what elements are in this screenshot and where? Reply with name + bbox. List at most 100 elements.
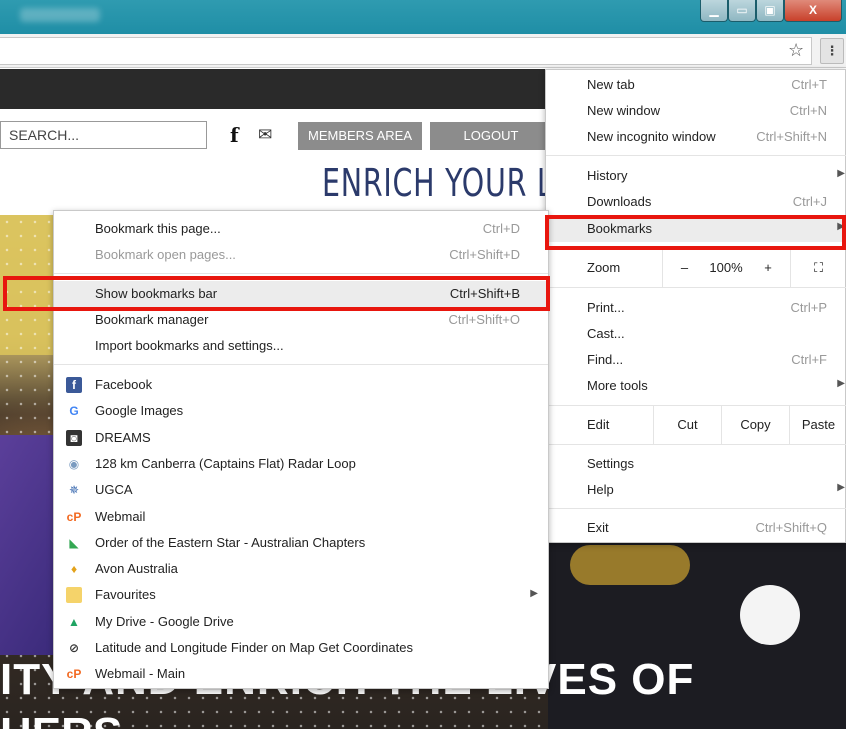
bookmark-item[interactable]: ▲ My Drive - Google Drive xyxy=(54,609,548,635)
menu-label: Bookmark this page... xyxy=(95,221,221,236)
google-icon: G xyxy=(66,403,82,420)
chrome-menu-button[interactable]: ⋮ xyxy=(820,38,844,64)
cpanel-icon: cP xyxy=(66,508,82,525)
site-search-input[interactable]: SEARCH... xyxy=(0,121,207,149)
menu-label: New tab xyxy=(587,77,635,92)
menu-find[interactable]: Find... Ctrl+F xyxy=(546,347,846,373)
bookmark-star-icon[interactable]: ☆ xyxy=(788,40,804,61)
menu-print[interactable]: Print... Ctrl+P xyxy=(546,295,846,321)
menu-label: Import bookmarks and settings... xyxy=(95,338,284,353)
close-button[interactable]: X xyxy=(784,0,842,22)
bookmark-label: Webmail - Main xyxy=(95,666,186,682)
bookmark-item[interactable]: ◙ DREAMS xyxy=(54,425,548,451)
menu-shortcut: Ctrl+P xyxy=(790,300,827,315)
menu-new-window[interactable]: New window Ctrl+N xyxy=(546,98,846,124)
logout-button[interactable]: LOGOUT xyxy=(430,122,552,150)
menu-label: Settings xyxy=(587,456,634,471)
window-title-bar: ▁ ▭ ▣ X xyxy=(0,0,846,34)
window-title xyxy=(20,8,100,22)
menu-separator xyxy=(54,364,548,365)
fullscreen-icon[interactable]: ⛶ xyxy=(790,249,846,287)
menu-shortcut: Ctrl+Shift+B xyxy=(449,286,520,301)
menu-bookmarks[interactable]: Bookmarks ▶ xyxy=(546,216,846,242)
submenu-arrow-icon: ▶ xyxy=(837,221,845,232)
minimize-button[interactable]: ▁ xyxy=(700,0,728,22)
folder-icon xyxy=(66,587,82,604)
maximize-button[interactable]: ▭ xyxy=(728,0,756,22)
members-area-button[interactable]: MEMBERS AREA xyxy=(298,122,422,150)
submenu-arrow-icon: ▶ xyxy=(837,482,845,493)
menu-label: Cast... xyxy=(587,326,625,341)
menu-label: History xyxy=(587,168,628,183)
submenu-arrow-icon: ▶ xyxy=(837,168,845,179)
bookmark-this-page[interactable]: Bookmark this page... Ctrl+D xyxy=(54,216,548,242)
address-bar[interactable] xyxy=(0,37,812,65)
bookmark-open-pages[interactable]: Bookmark open pages... Ctrl+Shift+D xyxy=(54,242,548,268)
bookmark-label: My Drive - Google Drive xyxy=(95,613,234,629)
menu-shortcut: Ctrl+F xyxy=(791,352,827,367)
facebook-icon[interactable]: f xyxy=(230,123,239,147)
bookmarks-submenu: Bookmark this page... Ctrl+D Bookmark op… xyxy=(53,210,549,689)
star-logo-icon: ✵ xyxy=(66,482,82,499)
menu-history[interactable]: History ▶ xyxy=(546,163,846,189)
bookmark-item[interactable]: Favourites ▶ xyxy=(54,582,548,608)
bookmark-item[interactable]: cP Webmail xyxy=(54,504,548,530)
submenu-arrow-icon: ▶ xyxy=(837,378,845,389)
bookmark-item[interactable]: cP Webmail - Main xyxy=(54,661,548,687)
menu-label: Show bookmarks bar xyxy=(95,286,218,301)
bookmark-manager[interactable]: Bookmark manager Ctrl+Shift+O xyxy=(54,307,548,333)
show-bookmarks-bar[interactable]: Show bookmarks bar Ctrl+Shift+B xyxy=(54,281,548,307)
bookmark-item[interactable]: f Facebook xyxy=(54,372,548,398)
bookmark-item[interactable]: ◣ Order of the Eastern Star - Australian … xyxy=(54,530,548,556)
bookmark-item[interactable]: ⊘ Latitude and Longitude Finder on Map Ge… xyxy=(54,635,548,661)
menu-separator xyxy=(546,155,846,156)
menu-label: Bookmark open pages... xyxy=(95,247,236,262)
menu-new-incognito[interactable]: New incognito window Ctrl+Shift+N xyxy=(546,124,846,150)
import-bookmarks[interactable]: Import bookmarks and settings... xyxy=(54,333,548,359)
menu-settings[interactable]: Settings xyxy=(546,451,846,477)
copy-button[interactable]: Copy xyxy=(721,406,789,444)
bookmark-item[interactable]: G Google Images xyxy=(54,398,548,424)
menu-exit[interactable]: Exit Ctrl+Shift+Q xyxy=(546,515,846,541)
menu-label: Bookmarks xyxy=(587,221,653,236)
compass-icon: ⊘ xyxy=(66,640,82,656)
cut-button[interactable]: Cut xyxy=(653,406,721,444)
maps-icon: ◣ xyxy=(66,534,82,551)
bookmark-label: Favourites xyxy=(95,587,156,603)
menu-cast[interactable]: Cast... xyxy=(546,321,846,347)
menu-shortcut: Ctrl+Shift+O xyxy=(448,312,520,327)
bookmark-label: Facebook xyxy=(95,377,153,392)
menu-zoom-row: Zoom – 100% + ⛶ xyxy=(546,249,846,287)
menu-label: New incognito window xyxy=(587,129,716,144)
bookmark-item[interactable]: ✵ UGCA xyxy=(54,477,548,503)
bookmark-item[interactable]: ◉ 128 km Canberra (Captains Flat) Radar L… xyxy=(54,451,548,477)
zoom-in-button[interactable]: + xyxy=(746,249,790,287)
hero-caption-line2: HERS xyxy=(0,709,122,729)
hero-sash xyxy=(0,435,60,655)
menu-help[interactable]: Help ▶ xyxy=(546,477,846,503)
menu-label: Downloads xyxy=(587,194,652,209)
menu-shortcut: Ctrl+Shift+N xyxy=(756,129,827,144)
zoom-out-button[interactable]: – xyxy=(662,249,706,287)
submenu-arrow-icon: ▶ xyxy=(530,588,538,600)
menu-downloads[interactable]: Downloads Ctrl+J xyxy=(546,189,846,215)
bookmark-label: Order of the Eastern Star - Australian C… xyxy=(95,534,366,550)
menu-label: More tools xyxy=(587,378,648,393)
bookmark-label: 128 km Canberra (Captains Flat) Radar Lo… xyxy=(95,455,356,471)
facebook-icon: f xyxy=(66,377,82,393)
hero-regalia xyxy=(570,545,690,585)
menu-more-tools[interactable]: More tools ▶ xyxy=(546,373,846,399)
bookmark-item[interactable]: ♦ Avon Australia xyxy=(54,556,548,582)
menu-label: Find... xyxy=(587,352,624,367)
menu-shortcut: Ctrl+N xyxy=(789,103,827,118)
menu-edit-row: Edit Cut Copy Paste xyxy=(546,406,846,444)
bookmark-label: Avon Australia xyxy=(95,561,178,577)
restore-button[interactable]: ▣ xyxy=(756,0,784,22)
browser-toolbar xyxy=(0,34,846,68)
mail-icon[interactable]: ✉ xyxy=(258,125,272,145)
menu-label: Print... xyxy=(587,300,625,315)
menu-label: Zoom xyxy=(587,260,621,275)
menu-shortcut: Ctrl+D xyxy=(482,221,520,236)
menu-new-tab[interactable]: New tab Ctrl+T xyxy=(546,72,846,98)
paste-button[interactable]: Paste xyxy=(789,406,846,444)
